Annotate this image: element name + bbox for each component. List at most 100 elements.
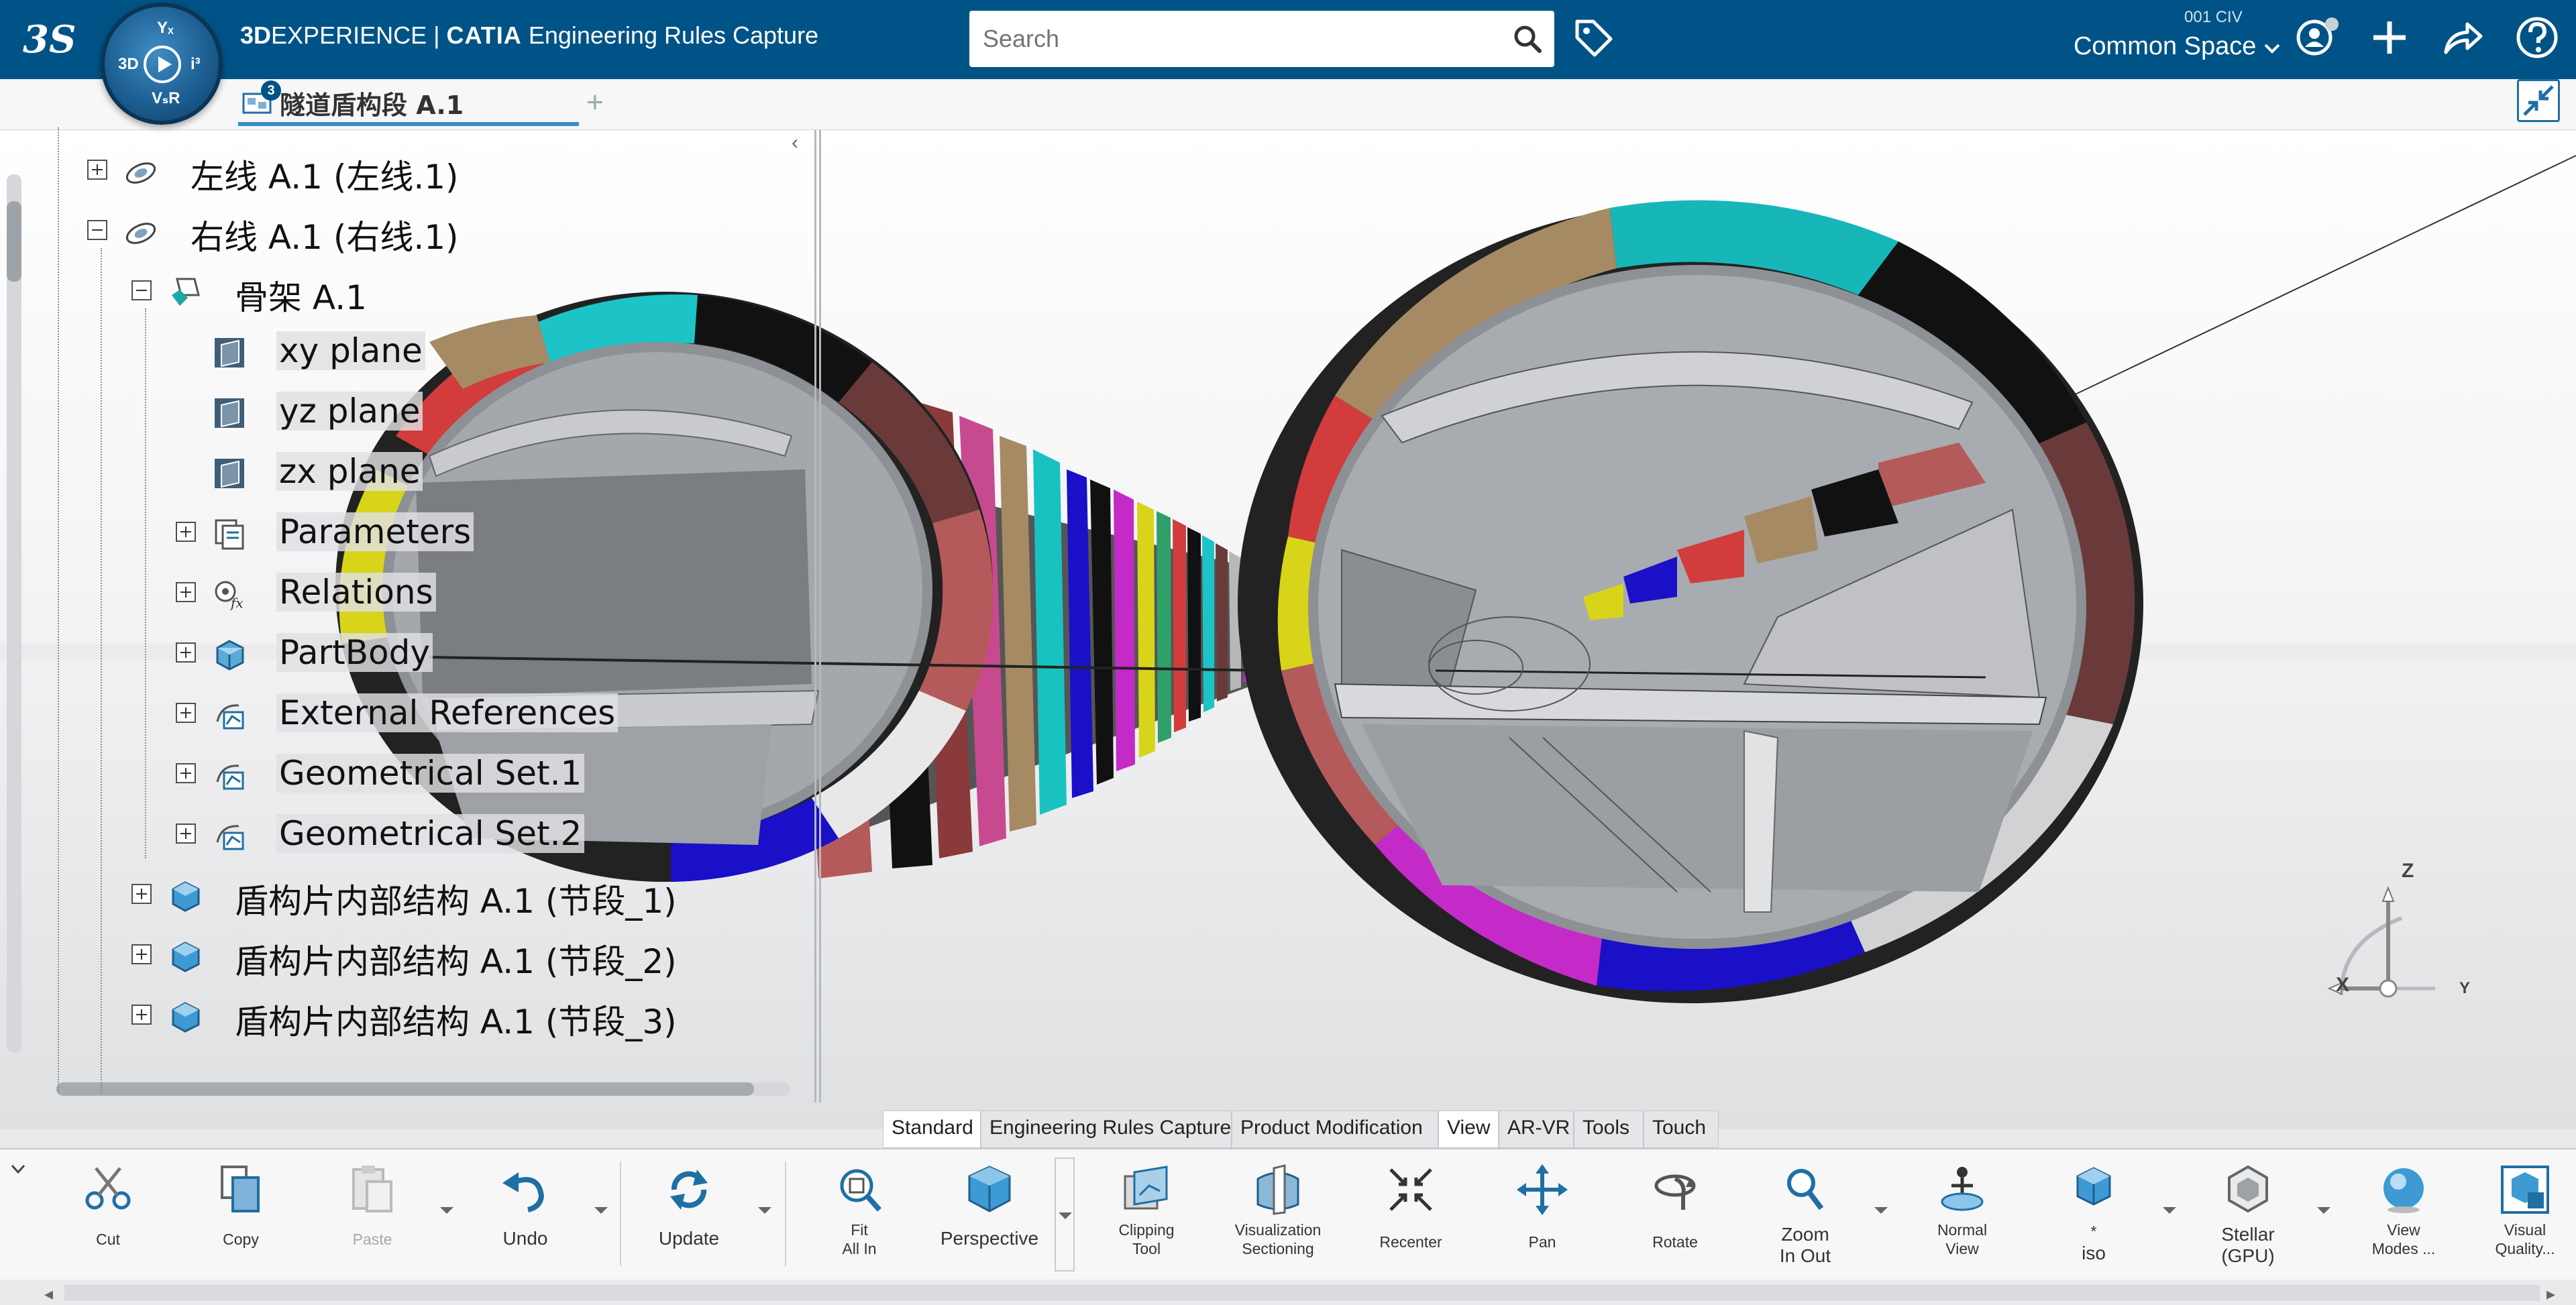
tree-splitter[interactable] [814, 130, 821, 1102]
update-dropdown-arrow[interactable] [758, 1207, 771, 1214]
compass-quadrant-right[interactable]: i³ [191, 55, 201, 74]
undo-button[interactable]: Undo [468, 1157, 582, 1271]
update-button[interactable]: Update [632, 1157, 746, 1271]
share-icon[interactable] [2439, 15, 2485, 60]
tag-icon[interactable] [1573, 17, 1615, 59]
expand-toggle[interactable] [176, 824, 196, 844]
search-icon[interactable] [1513, 24, 1542, 54]
tree-node-label[interactable]: 骨架 A.1 [232, 271, 370, 319]
add-icon[interactable] [2367, 15, 2412, 60]
clipping-tool-button[interactable]: Clipping Tool [1089, 1157, 1203, 1271]
tree-vertical-scrollbar[interactable] [7, 174, 21, 1053]
rotate-button[interactable]: Rotate [1618, 1157, 1732, 1271]
paste-button[interactable]: Paste [315, 1157, 429, 1271]
zoom-dropdown-arrow[interactable] [1874, 1207, 1888, 1214]
pan-label: Pan [1528, 1233, 1556, 1251]
tree-collapse-arrow[interactable]: ‹ [792, 131, 809, 156]
tree-hscroll-thumb[interactable] [56, 1082, 754, 1096]
expand-toggle[interactable] [131, 944, 152, 964]
add-tab-button[interactable]: + [586, 86, 604, 119]
iso-view-button[interactable]: * iso [2037, 1157, 2151, 1271]
tree-node-label[interactable]: 盾构片内部结构 A.1 (节段_1) [232, 874, 680, 923]
visual-quality-button[interactable]: Visual Quality... [2478, 1157, 2572, 1271]
space-name[interactable]: Common Space [2074, 32, 2256, 60]
right-tunnel-ring [1238, 200, 2143, 1003]
pan-button[interactable]: Pan [1485, 1157, 1599, 1271]
recenter-icon [1389, 1168, 1432, 1211]
collab-space-selector[interactable]: Common Space [2066, 32, 2281, 61]
perspective-dropdown[interactable] [1055, 1157, 1075, 1271]
tree-node-label[interactable]: 右线 A.1 (右线.1) [188, 211, 462, 259]
scroll-left-arrow[interactable]: ◂ [44, 1284, 53, 1304]
compass-play-icon[interactable] [144, 46, 181, 83]
paste-dropdown-arrow[interactable] [440, 1207, 453, 1214]
tree-connector [58, 127, 59, 1093]
visualization-sectioning-button[interactable]: Visualization Sectioning [1221, 1157, 1335, 1271]
document-tab[interactable]: 3 隧道盾构段 A.1 [238, 79, 579, 126]
help-icon[interactable] [2514, 15, 2560, 60]
normal-view-button[interactable]: Normal View [1905, 1157, 2019, 1271]
tree-node-label[interactable]: xy plane [276, 331, 425, 370]
fit-all-in-button[interactable]: Fit All In [802, 1157, 916, 1271]
view-modes-button[interactable]: View Modes ... [2347, 1157, 2461, 1271]
zoom-in-out-button[interactable]: Zoom In Out [1748, 1157, 1862, 1271]
recenter-button[interactable]: Recenter [1354, 1157, 1468, 1271]
tab-ar-vr[interactable]: AR-VR [1499, 1111, 1574, 1148]
expand-toggle[interactable] [176, 522, 196, 542]
cut-button[interactable]: Cut [51, 1157, 165, 1271]
perspective-button[interactable]: Perspective [932, 1157, 1046, 1271]
expand-toggle[interactable] [176, 703, 196, 723]
dassault-logo[interactable]: 3S [20, 9, 80, 70]
expand-toggle[interactable] [87, 160, 107, 180]
tree-node-label[interactable]: 左线 A.1 (左线.1) [188, 150, 462, 198]
document-tab-label[interactable]: 隧道盾构段 A.1 [280, 84, 464, 121]
tree-node-label[interactable]: 盾构片内部结构 A.1 (节段_2) [232, 935, 680, 983]
tree-node-label[interactable]: zx plane [276, 452, 423, 491]
expand-toggle[interactable] [131, 884, 152, 904]
tab-touch[interactable]: Touch [1644, 1111, 1719, 1148]
tree-node-label[interactable]: 盾构片内部结构 A.1 (节段_3) [232, 995, 680, 1043]
perspective-dropdown-arrow[interactable] [1059, 1212, 1072, 1219]
tree-node-label[interactable]: Geometrical Set.2 [276, 814, 585, 853]
compass-quadrant-top[interactable]: Yₓ [157, 19, 174, 38]
expand-toggle[interactable] [176, 582, 196, 602]
tree-node-label[interactable]: External References [276, 693, 619, 732]
expand-toggle[interactable] [176, 642, 196, 663]
tab-standard[interactable]: Standard [883, 1111, 981, 1148]
action-bar-scrollbar[interactable] [64, 1285, 2540, 1301]
tree-connector [101, 248, 102, 1093]
copy-button[interactable]: Copy [184, 1157, 298, 1271]
iso-dropdown-arrow[interactable] [2163, 1207, 2176, 1214]
product-cube-icon [172, 881, 200, 912]
chevron-down-icon[interactable] [8, 1159, 28, 1179]
compass-widget[interactable]: Yₓ 3D i³ VₛR [101, 3, 223, 125]
stellar-dropdown-arrow[interactable] [2317, 1207, 2330, 1214]
sectioning-icon [1256, 1164, 1299, 1215]
tab-engineering-rules-capture[interactable]: Engineering Rules Capture [981, 1111, 1232, 1148]
tree-node-label[interactable]: Relations [276, 573, 436, 612]
tree-node-label[interactable]: PartBody [276, 633, 433, 672]
tree-scrollbar-thumb[interactable] [7, 201, 21, 282]
search-box[interactable] [969, 11, 1554, 67]
tab-view[interactable]: View [1438, 1111, 1499, 1148]
restore-view-button[interactable] [2517, 79, 2560, 122]
undo-dropdown-arrow[interactable] [594, 1207, 608, 1214]
tree-node-label[interactable]: Parameters [276, 512, 474, 551]
tab-product-modification[interactable]: Product Modification [1232, 1111, 1438, 1148]
scroll-right-arrow[interactable]: ▸ [2546, 1284, 2555, 1304]
search-input[interactable] [983, 23, 1493, 55]
expand-toggle[interactable] [131, 1005, 152, 1025]
minimize-arrows-icon[interactable] [2519, 81, 2558, 120]
compass-quadrant-bottom[interactable]: VₛR [152, 89, 180, 108]
collapse-toggle[interactable] [87, 220, 107, 240]
stellar-gpu-button[interactable]: Stellar (GPU) [2191, 1157, 2305, 1271]
tab-tools[interactable]: Tools [1574, 1111, 1644, 1148]
compass-quadrant-left[interactable]: 3D [118, 55, 139, 74]
expand-toggle[interactable] [176, 763, 196, 783]
chevron-down-icon[interactable] [2263, 42, 2281, 54]
collapse-toggle[interactable] [131, 280, 152, 300]
tree-node-label[interactable]: yz plane [276, 392, 423, 431]
user-profile-icon[interactable] [2294, 15, 2340, 60]
normal-view-icon [1941, 1167, 1984, 1211]
tree-node-label[interactable]: Geometrical Set.1 [276, 754, 585, 793]
